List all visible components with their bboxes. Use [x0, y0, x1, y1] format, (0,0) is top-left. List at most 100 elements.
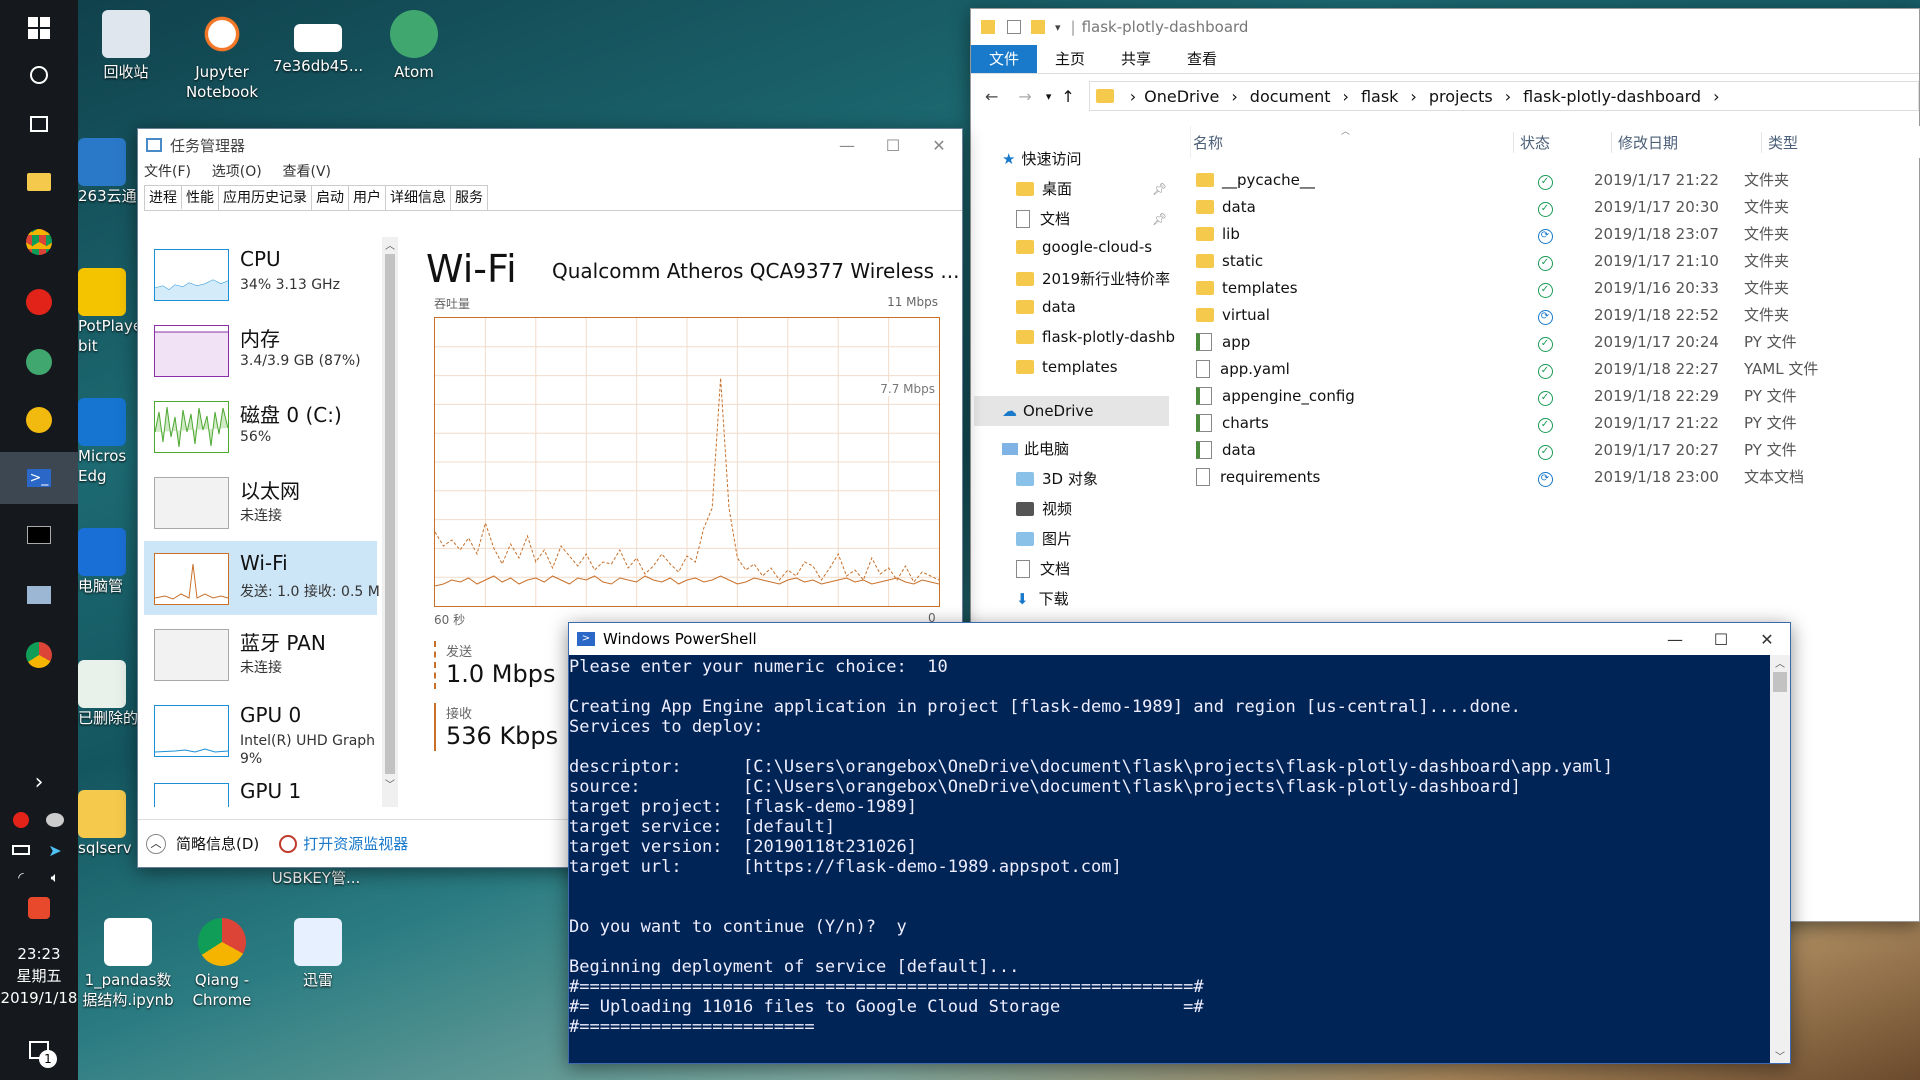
desktop-icon-recycle-bin[interactable]: 回收站	[78, 10, 174, 82]
nav-videos[interactable]: 视频	[1016, 498, 1072, 519]
properties-icon[interactable]	[1007, 20, 1021, 34]
scrollbar-thumb[interactable]	[385, 254, 395, 774]
nav-desktop[interactable]: 桌面 📌︎	[1016, 178, 1167, 199]
netease-music-icon[interactable]	[19, 282, 59, 322]
column-name[interactable]: 名称	[1193, 132, 1223, 153]
chevron-right-icon[interactable]: ›	[19, 762, 59, 802]
nav-documents[interactable]: 文档 📌︎	[1016, 208, 1167, 229]
tab-users[interactable]: 用户	[348, 185, 386, 210]
perf-item-gpu1[interactable]: GPU 1	[144, 779, 377, 807]
file-row[interactable]: data ✓ 2019/1/17 20:27 PY 文件	[1196, 436, 1908, 463]
file-row[interactable]: data ✓ 2019/1/17 20:30 文件夹	[1196, 193, 1908, 220]
search-icon[interactable]	[19, 55, 59, 95]
column-date[interactable]: 修改日期	[1611, 132, 1678, 153]
back-icon[interactable]: ←	[985, 87, 998, 106]
maximize-button[interactable]: ☐	[1698, 623, 1744, 655]
tab-app-history[interactable]: 应用历史记录	[218, 185, 312, 210]
collapse-icon[interactable]: ︿	[146, 833, 166, 854]
file-row[interactable]: appengine_config ✓ 2019/1/18 22:29 PY 文件	[1196, 382, 1908, 409]
scroll-down-icon[interactable]: ﹀	[382, 776, 398, 791]
tab-services[interactable]: 服务	[450, 185, 488, 210]
nav-data[interactable]: data	[1016, 298, 1076, 316]
breadcrumb-item[interactable]: flask-plotly-dashboard	[1523, 87, 1701, 106]
ribbon-tab-home[interactable]: 主页	[1037, 45, 1103, 73]
scroll-up-icon[interactable]: ︿	[1770, 655, 1790, 670]
file-row[interactable]: charts ✓ 2019/1/17 21:22 PY 文件	[1196, 409, 1908, 436]
file-row[interactable]: app.yaml ✓ 2019/1/18 22:27 YAML 文件	[1196, 355, 1908, 382]
minimize-button[interactable]: —	[1652, 623, 1698, 655]
nav-quick-access[interactable]: ★ 快速访问	[1002, 148, 1081, 169]
perf-item-gpu0[interactable]: GPU 0 Intel(R) UHD Graph 9%	[144, 693, 377, 767]
atom-icon[interactable]	[19, 342, 59, 382]
maximize-button[interactable]: ☐	[870, 129, 916, 161]
file-row[interactable]: virtual ⟳ 2019/1/18 22:52 文件夹	[1196, 301, 1908, 328]
clock-time[interactable]: 23:23	[0, 944, 78, 964]
perf-item-wifi[interactable]: Wi-Fi 发送: 1.0 接收: 0.5 M	[144, 541, 380, 615]
terminal-scrollbar[interactable]: ︿ ﹀	[1770, 655, 1790, 1063]
nav-templates[interactable]: templates	[1016, 358, 1118, 376]
desktop-icon-7e36[interactable]: 7e36db45...	[270, 10, 366, 76]
app-icon-yellow[interactable]	[19, 400, 59, 440]
nav-downloads[interactable]: ⬇ 下载	[1016, 588, 1069, 609]
desktop-icon-deleted[interactable]: 已删除的	[78, 660, 138, 728]
desktop-icon-chrome[interactable]: Qiang - Chrome	[174, 918, 270, 1010]
task-view-icon[interactable]	[19, 104, 59, 144]
minimize-button[interactable]: —	[824, 129, 870, 161]
file-row[interactable]: templates ✓ 2019/1/16 20:33 文件夹	[1196, 274, 1908, 301]
breadcrumb-item[interactable]: flask	[1361, 87, 1398, 106]
menu-file[interactable]: 文件(F)	[144, 164, 191, 180]
ribbon-tab-file[interactable]: 文件	[971, 45, 1038, 73]
nav-onedrive[interactable]: ☁ OneDrive	[974, 396, 1169, 426]
powershell-taskbar-icon[interactable]: >_	[0, 452, 78, 504]
tab-performance[interactable]: 性能	[181, 185, 219, 210]
desktop-icon-pandas[interactable]: 1_pandas数据结构.ipynb	[78, 918, 178, 1010]
close-button[interactable]: ✕	[916, 129, 962, 161]
menu-view[interactable]: 查看(V)	[283, 164, 332, 180]
chrome-user-icon[interactable]	[19, 635, 59, 675]
desktop-icon-potplayer[interactable]: PotPlayer bit	[78, 268, 148, 356]
desktop-icon-jupyter[interactable]: Jupyter Notebook	[174, 10, 270, 102]
desktop-icon-usbkey[interactable]: USBKEY管...	[266, 868, 366, 888]
file-explorer-icon[interactable]	[19, 162, 59, 202]
breadcrumb-item[interactable]: OneDrive	[1144, 87, 1219, 106]
nav-3d-objects[interactable]: 3D 对象	[1016, 468, 1098, 489]
ribbon-tab-view[interactable]: 查看	[1169, 45, 1235, 73]
ribbon-tab-share[interactable]: 共享	[1103, 45, 1169, 73]
close-button[interactable]: ✕	[1744, 623, 1790, 655]
file-row[interactable]: static ✓ 2019/1/17 21:10 文件夹	[1196, 247, 1908, 274]
file-row[interactable]: requirements ⟳ 2019/1/18 23:00 文本文档	[1196, 463, 1908, 490]
forward-icon[interactable]: →	[1018, 87, 1031, 106]
resource-monitor-link[interactable]: 打开资源监视器	[303, 833, 408, 854]
nav-documents-pc[interactable]: 文档	[1016, 558, 1070, 579]
perf-item-memory[interactable]: 内存 3.4/3.9 GB (87%)	[144, 313, 377, 387]
perf-item-cpu[interactable]: CPU 34% 3.13 GHz	[144, 237, 377, 311]
terminal-output[interactable]: Please enter your numeric choice: 10 Crea…	[569, 655, 1790, 1037]
new-folder-icon[interactable]	[1031, 20, 1045, 34]
column-type[interactable]: 类型	[1761, 132, 1798, 153]
sidebar-scrollbar[interactable]: ︿ ﹀	[382, 237, 398, 807]
file-row[interactable]: app ✓ 2019/1/17 20:24 PY 文件	[1196, 328, 1908, 355]
file-row[interactable]: lib ⟳ 2019/1/18 23:07 文件夹	[1196, 220, 1908, 247]
file-row[interactable]: __pycache__ ✓ 2019/1/17 21:22 文件夹	[1196, 166, 1908, 193]
breadcrumb[interactable]: › OneDrive › document › flask › projects › fl…	[1088, 81, 1919, 111]
column-status[interactable]: 状态	[1513, 132, 1550, 153]
desktop-icon-263[interactable]: 263云通	[78, 138, 138, 206]
desktop-icon-atom[interactable]: Atom	[366, 10, 462, 82]
breadcrumb-item[interactable]: projects	[1429, 87, 1493, 106]
remote-desktop-icon[interactable]	[19, 575, 59, 615]
perf-item-ethernet[interactable]: 以太网 未连接	[144, 465, 377, 539]
nav-flask-plotly[interactable]: flask-plotly-dashb	[1016, 328, 1175, 346]
sogou-ime-icon[interactable]	[19, 888, 59, 928]
start-icon[interactable]	[19, 8, 59, 48]
desktop-icon-xunlei[interactable]: 迅雷	[270, 918, 366, 990]
tab-details[interactable]: 详细信息	[385, 185, 451, 210]
scrollbar-thumb[interactable]	[1773, 672, 1787, 692]
perf-item-disk[interactable]: 磁盘 0 (C:) 56%	[144, 389, 377, 463]
tab-processes[interactable]: 进程	[144, 185, 182, 210]
up-icon[interactable]: ↑	[1061, 87, 1074, 106]
chrome-icon[interactable]	[19, 222, 59, 262]
scroll-up-icon[interactable]: ︿	[382, 237, 398, 252]
nav-pictures[interactable]: 图片	[1016, 528, 1072, 549]
breadcrumb-item[interactable]: document	[1250, 87, 1331, 106]
tab-startup[interactable]: 启动	[311, 185, 349, 210]
